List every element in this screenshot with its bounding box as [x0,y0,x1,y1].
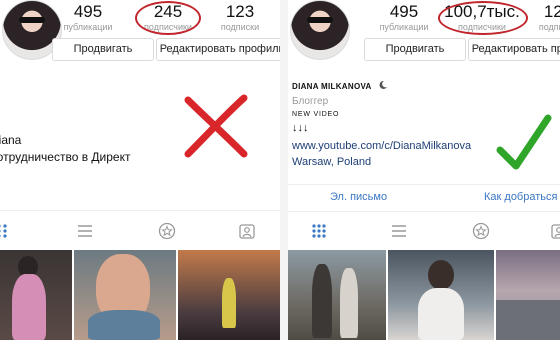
profile-panel-after: 495 публикации 100,7тыс. подписчики 123 … [288,0,560,340]
photo-figure [340,268,358,338]
edit-profile-button[interactable]: Редактировать профиль [468,38,560,61]
red-highlight-circle [438,1,528,35]
bio-arrows: ↓↓↓ [292,122,309,134]
photo-tile[interactable] [0,250,72,340]
stat-following-label: подписки [220,22,260,32]
email-button[interactable]: Эл. письмо [330,191,387,203]
tagged-person-icon[interactable] [550,222,560,240]
tagged-star-icon[interactable] [472,222,490,240]
bio-location[interactable]: Warsaw, Poland [292,156,371,168]
actions-bar: Эл. письмо Как добраться [288,184,560,212]
bio-tag: NEW VIDEO [292,111,340,118]
stat-following-value: 123 [225,2,255,21]
bio-category: Блоггер [292,96,329,107]
list-icon[interactable] [76,222,94,240]
photo-tile[interactable] [288,250,386,340]
tagged-star-icon[interactable] [158,222,176,240]
stat-posts-value: 495 [389,2,419,21]
moon-icon [379,80,387,89]
bio-text: Сотрудничество в Директ [0,150,131,164]
sunglasses [19,17,45,23]
comparison-screenshot: 495 публикации 245 подписчики 123 подпис… [0,0,560,340]
photo-tile[interactable] [388,250,494,340]
photo-figure [496,300,560,340]
profile-tabs [288,222,560,244]
photo-figure [418,288,464,340]
tagged-person-icon[interactable] [238,222,256,240]
edit-profile-button[interactable]: Редактировать профиль [156,38,280,61]
promote-button[interactable]: Продвигать [364,38,466,61]
stat-following-label: подписки [538,22,560,32]
promote-button[interactable]: Продвигать [52,38,154,61]
stat-following-value: 123 [543,2,560,21]
avatar[interactable] [290,0,350,60]
photo-figure [222,278,236,328]
stat-posts-value: 495 [73,2,103,21]
profile-panel-before: 495 публикации 245 подписчики 123 подпис… [0,0,280,340]
stat-following[interactable]: 123 подписки [210,2,270,32]
photo-figure [312,264,332,338]
bio-name: Diana [0,133,22,147]
actions-bar [0,184,280,211]
photo-figure [88,310,160,340]
photo-tile[interactable] [178,250,280,340]
bio-link[interactable]: www.youtube.com/c/DianaMilkanova [292,140,471,152]
stat-posts-label: публикации [63,22,113,32]
red-highlight-circle [135,1,201,35]
stat-posts-label: публикации [379,22,429,32]
directions-button[interactable]: Как добраться [484,191,557,203]
grid-icon[interactable] [0,222,14,240]
bio-name: DIANA MILKANOVA [292,82,372,91]
green-check-icon [496,114,552,170]
profile-tabs [0,222,280,244]
grid-icon[interactable] [310,222,328,240]
photo-figure [428,260,454,290]
stat-following[interactable]: 123 подписки [528,2,560,32]
photo-tile[interactable] [74,250,176,340]
photo-tile[interactable] [496,250,560,340]
panel-divider [280,0,288,340]
stat-posts[interactable]: 495 публикации [374,2,434,32]
stat-posts[interactable]: 495 публикации [58,2,118,32]
list-icon[interactable] [390,222,408,240]
photo-figure [12,274,46,340]
sunglasses [307,17,333,23]
red-cross-icon [184,94,248,158]
